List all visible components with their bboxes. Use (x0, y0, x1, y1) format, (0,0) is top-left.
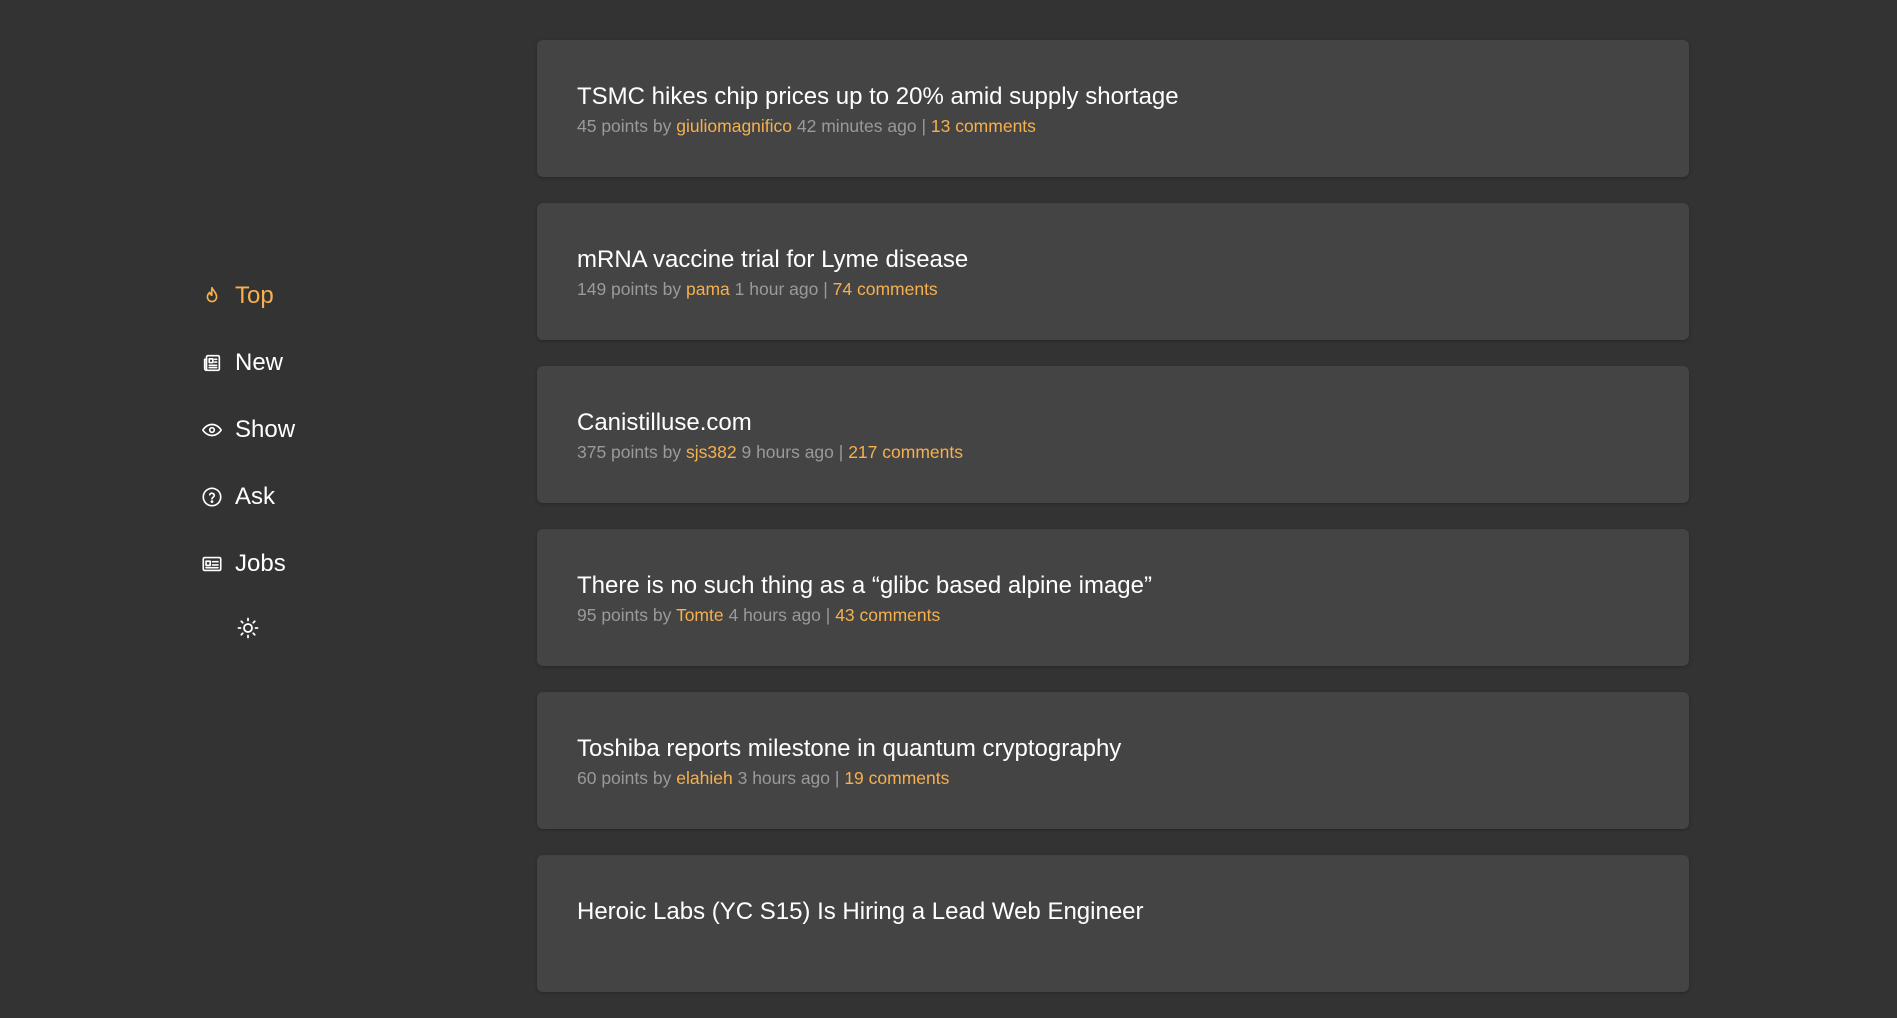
nav-item-label: Show (235, 416, 296, 443)
nav-item-ask[interactable]: Ask (200, 477, 380, 517)
story-by: by (662, 279, 682, 299)
nav-item-label: Ask (235, 483, 276, 510)
story-time: 42 minutes ago (796, 116, 917, 136)
story-points: 45 points (577, 116, 649, 136)
newspaper-icon (200, 351, 224, 375)
story-comments-link[interactable]: 217 comments (848, 442, 963, 462)
story-by: by (652, 605, 672, 625)
story-points: 60 points (577, 768, 649, 788)
theme-toggle-button[interactable] (236, 616, 260, 640)
story-author-link[interactable]: pama (686, 279, 730, 299)
story-meta: 375 points by sjs382 9 hours ago | 217 c… (577, 440, 1649, 464)
story-title-link[interactable]: Canistilluse.com (577, 407, 1649, 439)
story-meta: 45 points by giuliomagnifico 42 minutes … (577, 114, 1649, 138)
story-separator: | (825, 605, 831, 625)
story-meta: 60 points by elahieh 3 hours ago | 19 co… (577, 766, 1649, 790)
story-card: Heroic Labs (YC S15) Is Hiring a Lead We… (537, 855, 1689, 992)
story-time: 9 hours ago (741, 442, 834, 462)
story-card: Canistilluse.com 375 points by sjs382 9 … (537, 366, 1689, 503)
story-time: 1 hour ago (734, 279, 819, 299)
story-author-link[interactable]: elahieh (676, 768, 732, 788)
story-title-link[interactable]: TSMC hikes chip prices up to 20% amid su… (577, 81, 1649, 113)
story-points: 149 points (577, 279, 658, 299)
sun-icon (237, 617, 259, 639)
story-author-link[interactable]: sjs382 (686, 442, 737, 462)
nav-item-label: Jobs (235, 550, 286, 577)
story-title-link[interactable]: Toshiba reports milestone in quantum cry… (577, 733, 1649, 765)
story-comments-link[interactable]: 74 comments (833, 279, 938, 299)
nav-item-show[interactable]: Show (200, 410, 380, 450)
nav-item-label: Top (235, 282, 274, 309)
sidebar-nav: Top New Show Ask Jobs (200, 276, 380, 611)
story-title-link[interactable]: mRNA vaccine trial for Lyme disease (577, 244, 1649, 276)
story-points: 375 points (577, 442, 658, 462)
story-time: 3 hours ago (737, 768, 831, 788)
story-comments-link[interactable]: 13 comments (931, 116, 1036, 136)
nav-item-label: New (235, 349, 284, 376)
story-separator: | (834, 768, 840, 788)
story-meta: 95 points by Tomte 4 hours ago | 43 comm… (577, 603, 1649, 627)
nav-item-new[interactable]: New (200, 343, 380, 383)
story-card: There is no such thing as a “glibc based… (537, 529, 1689, 666)
story-by: by (652, 116, 672, 136)
story-title-link[interactable]: Heroic Labs (YC S15) Is Hiring a Lead We… (577, 896, 1649, 928)
id-card-icon (200, 552, 224, 576)
story-card: TSMC hikes chip prices up to 20% amid su… (537, 40, 1689, 177)
story-points: 95 points (577, 605, 649, 625)
story-author-link[interactable]: Tomte (676, 605, 724, 625)
eye-icon (200, 418, 224, 442)
story-separator: | (921, 116, 926, 136)
story-author-link[interactable]: giuliomagnifico (676, 116, 792, 136)
question-circle-icon (200, 485, 224, 509)
story-card: Toshiba reports milestone in quantum cry… (537, 692, 1689, 829)
story-by: by (652, 768, 672, 788)
story-comments-link[interactable]: 43 comments (835, 605, 940, 625)
story-meta: 149 points by pama 1 hour ago | 74 comme… (577, 277, 1649, 301)
story-separator: | (838, 442, 844, 462)
story-time: 4 hours ago (728, 605, 821, 625)
flame-icon (200, 284, 224, 308)
nav-item-top[interactable]: Top (200, 276, 380, 316)
story-feed: TSMC hikes chip prices up to 20% amid su… (537, 40, 1689, 1018)
story-card: mRNA vaccine trial for Lyme disease 149 … (537, 203, 1689, 340)
story-title-link[interactable]: There is no such thing as a “glibc based… (577, 570, 1649, 602)
nav-item-jobs[interactable]: Jobs (200, 544, 380, 584)
story-comments-link[interactable]: 19 comments (844, 768, 949, 788)
story-by: by (662, 442, 682, 462)
story-separator: | (823, 279, 828, 299)
